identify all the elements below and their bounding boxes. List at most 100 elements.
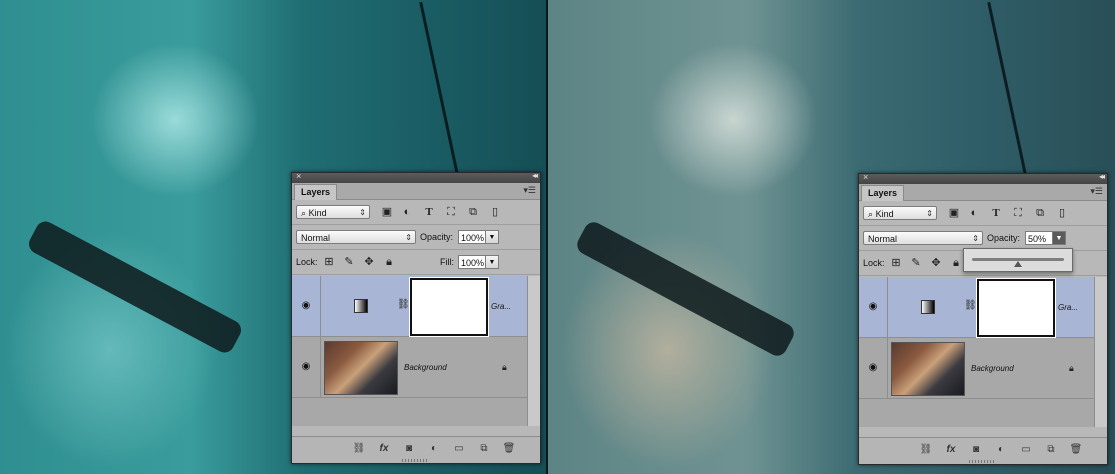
- filter-kind-select[interactable]: ⌕ Kind ⇕: [863, 206, 937, 220]
- layer-row-gradient-map[interactable]: ◉ ⛓ Gra...: [859, 277, 1095, 338]
- link-layers-icon[interactable]: ⛓: [919, 444, 933, 455]
- lock-transparent-icon[interactable]: ⊞: [889, 256, 903, 270]
- blend-mode-value: Normal: [868, 234, 898, 244]
- panel-footer: ⛓ fx ◙ ◐ ▭ ⧉ 🗑︎: [292, 436, 540, 463]
- link-layers-icon[interactable]: ⛓: [352, 443, 366, 454]
- blend-mode-value: Normal: [301, 233, 331, 243]
- background-thumbnail[interactable]: [891, 342, 965, 396]
- new-adjustment-icon[interactable]: ◐: [994, 444, 1008, 455]
- smart-object-filter-icon[interactable]: ⧉: [1033, 206, 1047, 220]
- smart-object-filter-icon[interactable]: ⧉: [466, 205, 480, 219]
- collapse-icon[interactable]: ◂◂: [532, 171, 538, 180]
- visibility-eye-icon[interactable]: ◉: [867, 363, 879, 373]
- layer-name[interactable]: Gra...: [491, 302, 511, 311]
- layers-scrollbar[interactable]: [527, 276, 540, 426]
- close-icon[interactable]: ×: [863, 172, 868, 182]
- fill-label: Fill:: [440, 257, 454, 267]
- new-adjustment-icon[interactable]: ◐: [427, 443, 441, 454]
- shape-filter-icon[interactable]: ⛶: [444, 205, 458, 219]
- panel-titlebar[interactable]: × ◂◂: [292, 171, 540, 183]
- new-group-icon[interactable]: ▭: [452, 443, 466, 454]
- filter-row: ⌕ Kind ⇕ ▣ ◐ T ⛶ ⧉ ▯: [859, 201, 1107, 226]
- lock-all-icon[interactable]: 🔒︎: [949, 256, 963, 270]
- panel-titlebar[interactable]: × ◂◂: [859, 172, 1107, 184]
- lock-image-icon[interactable]: ✎: [342, 255, 356, 269]
- lock-all-icon[interactable]: 🔒︎: [382, 255, 396, 269]
- layers-scrollbar[interactable]: [1094, 277, 1107, 427]
- opacity-input[interactable]: 50%: [1025, 231, 1053, 245]
- fill-input[interactable]: 100%: [458, 255, 486, 269]
- panel-menu-icon[interactable]: ▾☰: [1090, 186, 1103, 197]
- new-layer-icon[interactable]: ⧉: [477, 443, 491, 454]
- background-thumbnail[interactable]: [324, 341, 398, 395]
- resize-grip[interactable]: [402, 459, 428, 462]
- layer-name[interactable]: Background: [404, 363, 447, 372]
- blend-row: Normal ⇕ Opacity: 100% ▼: [292, 225, 540, 250]
- resize-grip[interactable]: [969, 460, 995, 463]
- layer-name[interactable]: Gra...: [1058, 303, 1078, 312]
- add-mask-icon[interactable]: ◙: [969, 444, 983, 455]
- image-filter-icon[interactable]: ▣: [380, 205, 394, 219]
- new-layer-icon[interactable]: ⧉: [1044, 444, 1058, 455]
- filter-kind-value: Kind: [308, 208, 327, 218]
- search-icon: ⌕: [301, 208, 307, 218]
- opacity-dropdown-button[interactable]: ▼: [486, 230, 499, 244]
- dog-collar: [573, 218, 798, 360]
- lock-position-icon[interactable]: ✥: [362, 255, 376, 269]
- add-mask-icon[interactable]: ◙: [402, 443, 416, 454]
- panel-menu-icon[interactable]: ▾☰: [523, 185, 536, 196]
- panel-footer: ⛓ fx ◙ ◐ ▭ ⧉ 🗑︎: [859, 437, 1107, 464]
- lock-image-icon[interactable]: ✎: [909, 256, 923, 270]
- fx-icon[interactable]: fx: [377, 443, 391, 454]
- lock-position-icon[interactable]: ✥: [929, 256, 943, 270]
- jacket-seam: [419, 1, 464, 199]
- fx-icon[interactable]: fx: [944, 444, 958, 455]
- mask-link-icon[interactable]: ⛓: [964, 300, 977, 311]
- visibility-eye-icon[interactable]: ◉: [300, 301, 312, 311]
- new-group-icon[interactable]: ▭: [1019, 444, 1033, 455]
- lock-transparent-icon[interactable]: ⊞: [322, 255, 336, 269]
- type-filter-icon[interactable]: T: [989, 206, 1003, 220]
- layers-list: ◉ ⛓ Gra... ◉ Background 🔒︎: [859, 277, 1107, 427]
- filter-toggle-icon[interactable]: ▯: [1055, 206, 1069, 220]
- fill-dropdown-button[interactable]: ▼: [486, 255, 499, 269]
- trash-icon[interactable]: 🗑︎: [1069, 444, 1083, 455]
- opacity-slider-thumb[interactable]: [1014, 261, 1022, 267]
- blend-mode-select[interactable]: Normal ⇕: [863, 231, 983, 245]
- blend-mode-select[interactable]: Normal ⇕: [296, 230, 416, 244]
- layer-lock-icon: 🔒︎: [1069, 363, 1074, 373]
- jacket-seam: [987, 1, 1032, 199]
- shape-filter-icon[interactable]: ⛶: [1011, 206, 1025, 220]
- visibility-eye-icon[interactable]: ◉: [300, 362, 312, 372]
- layer-name[interactable]: Background: [971, 364, 1014, 373]
- filter-kind-select[interactable]: ⌕ Kind ⇕: [296, 205, 370, 219]
- layer-row-background[interactable]: ◉ Background 🔒︎: [859, 338, 1095, 399]
- dog-collar: [25, 218, 245, 356]
- tab-layers[interactable]: Layers: [861, 185, 905, 201]
- filter-toggle-icon[interactable]: ▯: [488, 205, 502, 219]
- visibility-eye-icon[interactable]: ◉: [867, 302, 879, 312]
- lock-label: Lock:: [863, 258, 885, 268]
- adjustment-filter-icon[interactable]: ◐: [967, 206, 981, 220]
- trash-icon[interactable]: 🗑︎: [502, 443, 516, 454]
- opacity-input[interactable]: 100%: [458, 230, 486, 244]
- panel-tab-row: Layers ▾☰: [859, 184, 1107, 201]
- layer-mask-thumbnail[interactable]: [977, 279, 1055, 337]
- gradient-map-icon: [354, 299, 368, 313]
- close-icon[interactable]: ×: [296, 171, 301, 181]
- opacity-label: Opacity:: [987, 233, 1021, 243]
- lock-row: Lock: ⊞ ✎ ✥ 🔒︎ Fill: 100% ▼: [292, 250, 540, 275]
- type-filter-icon[interactable]: T: [422, 205, 436, 219]
- adjustment-filter-icon[interactable]: ◐: [400, 205, 414, 219]
- collapse-icon[interactable]: ◂◂: [1099, 172, 1105, 181]
- layers-panel-left: × ◂◂ Layers ▾☰ ⌕ Kind ⇕ ▣ ◐ T ⛶ ⧉ ▯ Norm…: [291, 171, 541, 464]
- tab-layers[interactable]: Layers: [294, 184, 338, 200]
- opacity-dropdown-button[interactable]: ▼: [1053, 231, 1066, 245]
- dropdown-arrow-icon: ⇕: [972, 234, 979, 243]
- layer-mask-thumbnail[interactable]: [410, 278, 488, 336]
- layer-row-gradient-map[interactable]: ◉ ⛓ Gra...: [292, 276, 528, 337]
- column-divider: [887, 338, 888, 398]
- mask-link-icon[interactable]: ⛓: [397, 299, 410, 310]
- image-filter-icon[interactable]: ▣: [947, 206, 961, 220]
- layer-row-background[interactable]: ◉ Background 🔒︎: [292, 337, 528, 398]
